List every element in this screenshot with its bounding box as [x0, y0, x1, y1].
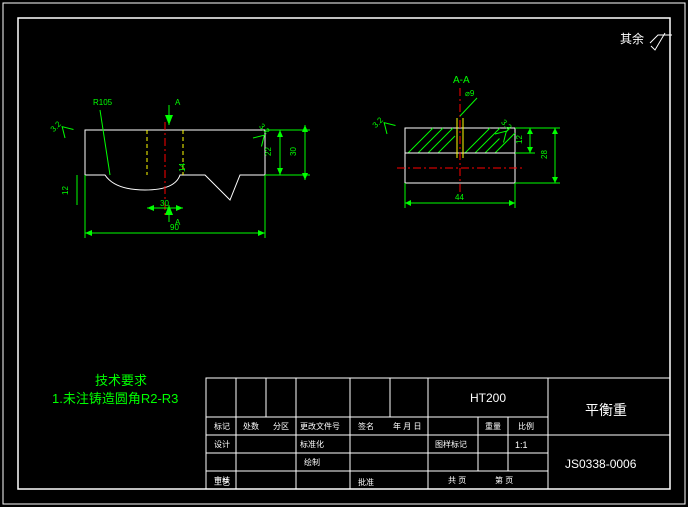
svg-text:设计: 设计 — [214, 439, 230, 449]
part-name: 平衡重 — [585, 402, 627, 418]
svg-text:更改文件号: 更改文件号 — [300, 421, 340, 431]
svg-text:共 页: 共 页 — [448, 476, 466, 485]
dim-28: 28 — [540, 150, 549, 159]
dim-12: 12 — [61, 186, 70, 195]
scale: 1:1 — [515, 440, 528, 450]
svg-text:图样标记: 图样标记 — [435, 439, 467, 449]
svg-text:A: A — [175, 98, 181, 107]
svg-text:标记: 标记 — [214, 421, 230, 431]
svg-text:3.2: 3.2 — [257, 122, 272, 137]
svg-text:1.未注铸造圆角R2-R3: 1.未注铸造圆角R2-R3 — [52, 391, 178, 406]
dim-30w: 30 — [160, 199, 169, 208]
svg-text:年 月 日: 年 月 日 — [393, 421, 421, 431]
svg-text:标准化: 标准化 — [300, 439, 324, 449]
svg-text:绘制: 绘制 — [304, 457, 320, 467]
dim-30: 30 — [289, 147, 298, 156]
drawing-frame — [18, 18, 670, 489]
svg-text:其余: 其余 — [620, 31, 644, 46]
material: HT200 — [470, 391, 506, 405]
dim-14: 14 — [178, 163, 187, 172]
svg-text:技术要求: 技术要求 — [95, 373, 147, 388]
svg-text:工艺: 工艺 — [214, 478, 230, 487]
svg-text:3.2: 3.2 — [499, 118, 514, 133]
main-view: R105 A A 3.2 3.2 22 30 — [49, 98, 310, 238]
technical-requirements: 技术要求 1.未注铸造圆角R2-R3 — [52, 373, 178, 406]
surface-finish-slot: 3.2 — [250, 122, 275, 147]
dim-22: 22 — [264, 147, 273, 156]
svg-text:比例: 比例 — [518, 421, 534, 431]
radius-label: R105 — [93, 98, 113, 107]
section-view: A-A ⌀9 3.2 3.2 — [371, 75, 560, 208]
svg-text:3.2: 3.2 — [49, 119, 64, 134]
remaining-surface-marker: 其余 — [620, 31, 672, 50]
dim-dia9: ⌀9 — [465, 89, 475, 98]
section-arrow-top: A — [165, 98, 181, 125]
dim-12s: 12 — [515, 135, 524, 144]
svg-text:3.2: 3.2 — [371, 115, 386, 130]
dim-44: 44 — [455, 193, 464, 202]
svg-text:签名: 签名 — [358, 421, 374, 431]
svg-text:重量: 重量 — [485, 421, 501, 431]
cad-drawing-viewport: 其余 R105 A A 3.2 — [0, 0, 688, 507]
svg-text:第 页: 第 页 — [495, 475, 513, 485]
svg-text:批准: 批准 — [358, 477, 374, 487]
surface-finish-left: 3.2 — [49, 116, 74, 141]
sv-surface-left: 3.2 — [371, 112, 396, 137]
drawing-border — [3, 3, 685, 504]
section-label: A-A — [453, 75, 470, 86]
svg-text:分区: 分区 — [273, 422, 289, 431]
drawing-number: JS0338-0006 — [565, 457, 637, 471]
title-block: 标记 处数 分区 更改文件号 签名 年 月 日 设计 标准化 绘制 审核 工艺 … — [206, 378, 670, 489]
svg-text:处数: 处数 — [243, 421, 259, 431]
sv-surface-slot: 3.2 — [492, 118, 517, 143]
dim-90: 90 — [170, 223, 179, 232]
